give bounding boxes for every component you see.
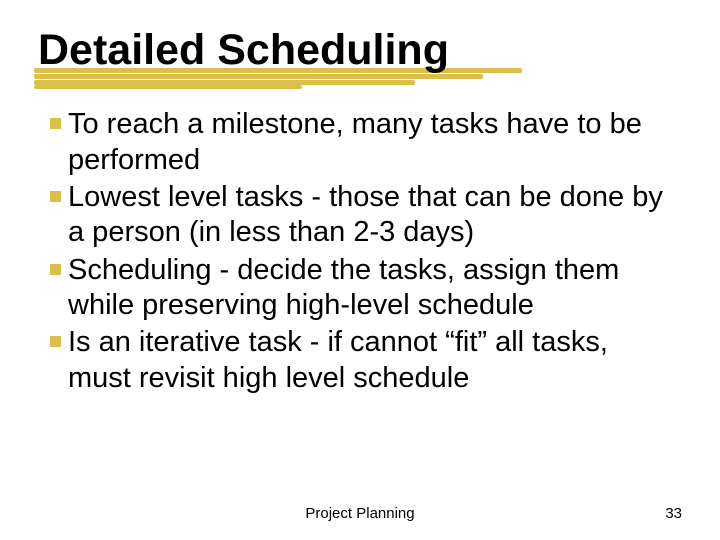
brush-stroke-icon [34, 74, 483, 79]
title-block: Detailed Scheduling [38, 28, 682, 73]
list-item: Is an iterative task - if cannot “fit” a… [50, 325, 676, 396]
square-bullet-icon [50, 253, 68, 285]
bullet-list: To reach a milestone, many tasks have to… [38, 107, 682, 396]
bullet-text: Is an iterative task - if cannot “fit” a… [68, 325, 676, 396]
bullet-text: Lowest level tasks - those that can be d… [68, 180, 676, 251]
footer: Project Planning [0, 505, 720, 522]
square-bullet-icon [50, 107, 68, 139]
bullet-text: To reach a milestone, many tasks have to… [68, 107, 676, 178]
list-item: Lowest level tasks - those that can be d… [50, 180, 676, 251]
square-bullet-icon [50, 180, 68, 212]
footer-label: Project Planning [305, 505, 414, 522]
bullet-text: Scheduling - decide the tasks, assign th… [68, 253, 676, 324]
slide: Detailed Scheduling To reach a milestone… [0, 0, 720, 540]
brush-stroke-icon [34, 85, 302, 89]
list-item: Scheduling - decide the tasks, assign th… [50, 253, 676, 324]
list-item: To reach a milestone, many tasks have to… [50, 107, 676, 178]
square-bullet-icon [50, 325, 68, 357]
slide-title: Detailed Scheduling [38, 28, 682, 73]
page-number: 33 [665, 505, 682, 522]
